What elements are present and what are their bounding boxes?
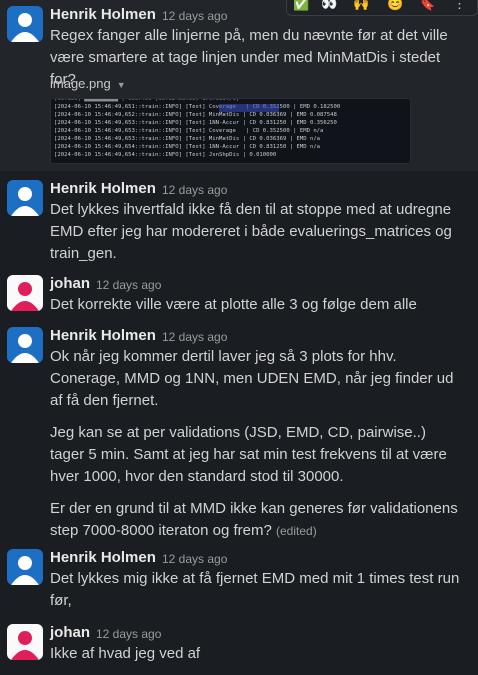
message-paragraph: Er der en grund til at MMD ikke kan gene… <box>50 498 464 542</box>
message-paragraph: Det lykkes ihvertfald ikke få den til at… <box>50 201 452 262</box>
message-text: Det lykkes ihvertfald ikke få den til at… <box>50 199 464 275</box>
avatar[interactable] <box>7 624 43 660</box>
caret-down-icon[interactable]: ▼ <box>117 80 126 90</box>
add-reaction-icon[interactable]: 😊 <box>387 0 403 12</box>
eyes-reaction-icon[interactable]: 👀 <box>321 0 337 12</box>
message-text: Ok når jeg kommer dertil laver jeg så 3 … <box>50 346 464 552</box>
message-paragraph: Det korrekte ville være at plotte alle 3… <box>50 296 417 313</box>
attachment-filename[interactable]: image.png <box>50 76 111 91</box>
author-name[interactable]: johan <box>50 275 90 292</box>
log-line: [2024-06-10 15:46:49,653::train::INFO] [… <box>54 120 337 126</box>
timestamp[interactable]: 12 days ago <box>96 278 161 292</box>
message-text: Det korrekte ville være at plotte alle 3… <box>50 294 464 326</box>
author-name[interactable]: Henrik Holmen <box>50 180 156 197</box>
log-line: [2024-06-10 15:46:49,654::train::INFO] [… <box>54 152 277 158</box>
message-actions-toolbar: ✅ 👀 🙌 😊 🔖 ⋮ <box>286 0 478 16</box>
message-paragraph: Ok når jeg kommer dertil laver jeg så 3 … <box>50 348 454 409</box>
message-paragraph: Ikke af hvad jeg ved af <box>50 645 201 662</box>
avatar[interactable] <box>7 275 43 311</box>
more-actions-icon[interactable]: ⋮ <box>453 0 466 12</box>
author-name[interactable]: johan <box>50 624 90 641</box>
message-text: Det lykkes mig ikke at få fjernet EMD me… <box>50 568 464 622</box>
bookmark-icon[interactable]: 🔖 <box>419 0 435 12</box>
message-paragraph: Det lykkes mig ikke at få fjernet EMD me… <box>50 570 460 609</box>
log-line: [2024-06-10 15:46:49,654::train::INFO] [… <box>54 144 321 150</box>
log-line: [2024-06-10 15:46:49,653::train::INFO] [… <box>54 136 321 142</box>
message-text: Ikke af hvad jeg ved af <box>50 643 464 675</box>
log-line: [2024-06-10 15:46:49,653::train::INFO] [… <box>54 128 324 134</box>
timestamp[interactable]: 12 days ago <box>162 9 227 23</box>
log-line: [2024-06-10 15:46:49,652::train::INFO] [… <box>54 112 337 118</box>
raised-hands-reaction-icon[interactable]: 🙌 <box>353 0 369 12</box>
timestamp[interactable]: 12 days ago <box>162 183 227 197</box>
timestamp[interactable]: 12 days ago <box>162 552 227 566</box>
checkmark-reaction-icon[interactable]: ✅ <box>293 0 309 12</box>
selection-highlight <box>219 104 279 112</box>
avatar[interactable] <box>7 180 43 216</box>
message-paragraph: Jeg kan se at per validations (JSD, EMD,… <box>50 424 447 485</box>
timestamp[interactable]: 12 days ago <box>162 330 227 344</box>
author-name[interactable]: Henrik Holmen <box>50 6 156 23</box>
author-name[interactable]: Henrik Holmen <box>50 327 156 344</box>
avatar[interactable] <box>7 327 43 363</box>
log-line: [2024-06-10 15:46:49,651::train::INFO] [… <box>54 104 341 110</box>
log-line-cut: [00:100] ██████████ | 0007400 [00:02<00:… <box>54 98 240 102</box>
author-name[interactable]: Henrik Holmen <box>50 549 156 566</box>
attachment-label[interactable]: image.png ▼ <box>50 76 126 91</box>
avatar[interactable] <box>7 6 43 42</box>
timestamp[interactable]: 12 days ago <box>96 627 161 641</box>
image-attachment[interactable]: [00:100] ██████████ | 0007400 [00:02<00:… <box>50 98 411 164</box>
message-paragraph-text: Er der en grund til at MMD ikke kan gene… <box>50 500 458 539</box>
edited-indicator: (edited) <box>276 524 317 538</box>
avatar[interactable] <box>7 549 43 585</box>
